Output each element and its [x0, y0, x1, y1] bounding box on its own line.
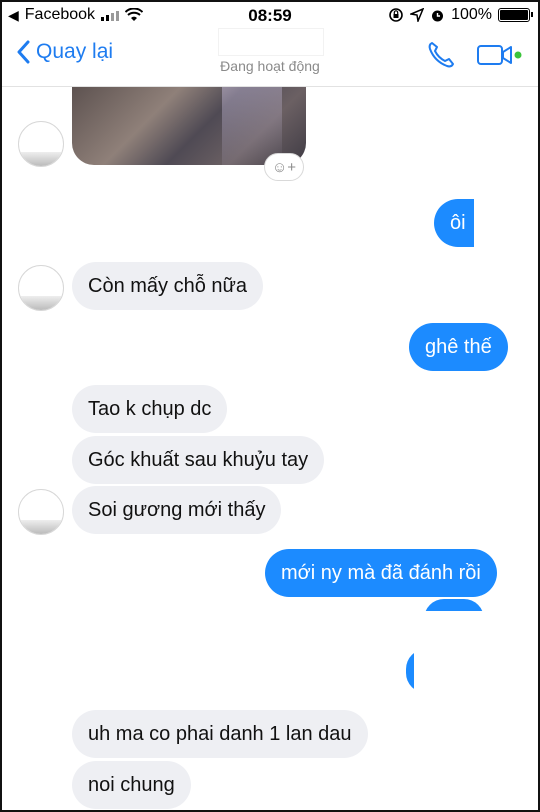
add-reaction-button[interactable]: ☺+: [264, 153, 304, 181]
avatar[interactable]: [18, 121, 64, 167]
message-list[interactable]: ☺+ ôi Còn mấy chỗ nữa ghê thế Tao k chụp…: [2, 87, 538, 810]
message-bubble-in[interactable]: noi chung: [72, 761, 191, 809]
message-text: ôi: [450, 212, 466, 234]
photo-message[interactable]: [72, 87, 306, 165]
rotation-lock-icon: [389, 8, 403, 22]
message-bubble-in[interactable]: Còn mấy chỗ nữa: [72, 262, 264, 310]
contact-name-redacted[interactable]: [218, 28, 324, 56]
message-bubble-out[interactable]: mới ny mà đã đánh rồi: [265, 549, 497, 597]
message-bubble-in[interactable]: Góc khuất sau khuỷu tay: [72, 436, 325, 484]
message-text: Góc khuất sau khuỷu tay: [88, 449, 309, 471]
message-text: ghê thế: [425, 336, 492, 358]
phone-icon[interactable]: [426, 40, 456, 70]
alarm-clock-icon: [432, 10, 444, 21]
location-arrow-icon: [410, 8, 425, 22]
message-bubble-in[interactable]: Tao k chụp dc: [72, 385, 228, 433]
active-status: Đang hoạt động: [220, 58, 320, 74]
avatar[interactable]: [18, 489, 64, 535]
message-bubble-in[interactable]: uh ma co phai danh 1 lan dau: [72, 710, 368, 758]
redacted-area: [474, 195, 526, 255]
message-text: Còn mấy chỗ nữa: [88, 275, 248, 297]
video-camera-icon[interactable]: [476, 42, 524, 68]
battery-percent: 100%: [451, 6, 492, 23]
conversation-header: Quay lại Đang hoạt động: [2, 28, 538, 87]
message-text: Soi gương mới thấy: [88, 499, 266, 521]
message-text: Tao k chụp dc: [88, 398, 212, 420]
message-text: mới ny mà đã đánh rồi: [281, 562, 481, 584]
redacted-area: [414, 639, 526, 703]
screenshot-frame: ◀ Facebook 08:59 100% Quay lại Đang hoạt…: [0, 0, 540, 812]
emoji-add-icon: ☺+: [271, 158, 297, 176]
message-bubble-out[interactable]: ghê thế: [409, 323, 508, 371]
message-text: noi chung: [88, 774, 175, 796]
message-bubble-in[interactable]: Soi gương mới thấy: [72, 486, 282, 534]
status-right: 100%: [388, 6, 533, 24]
avatar[interactable]: [18, 265, 64, 311]
battery-icon: [498, 8, 533, 22]
message-text: uh ma co phai danh 1 lan dau: [88, 723, 352, 745]
status-bar: ◀ Facebook 08:59 100%: [2, 2, 538, 28]
